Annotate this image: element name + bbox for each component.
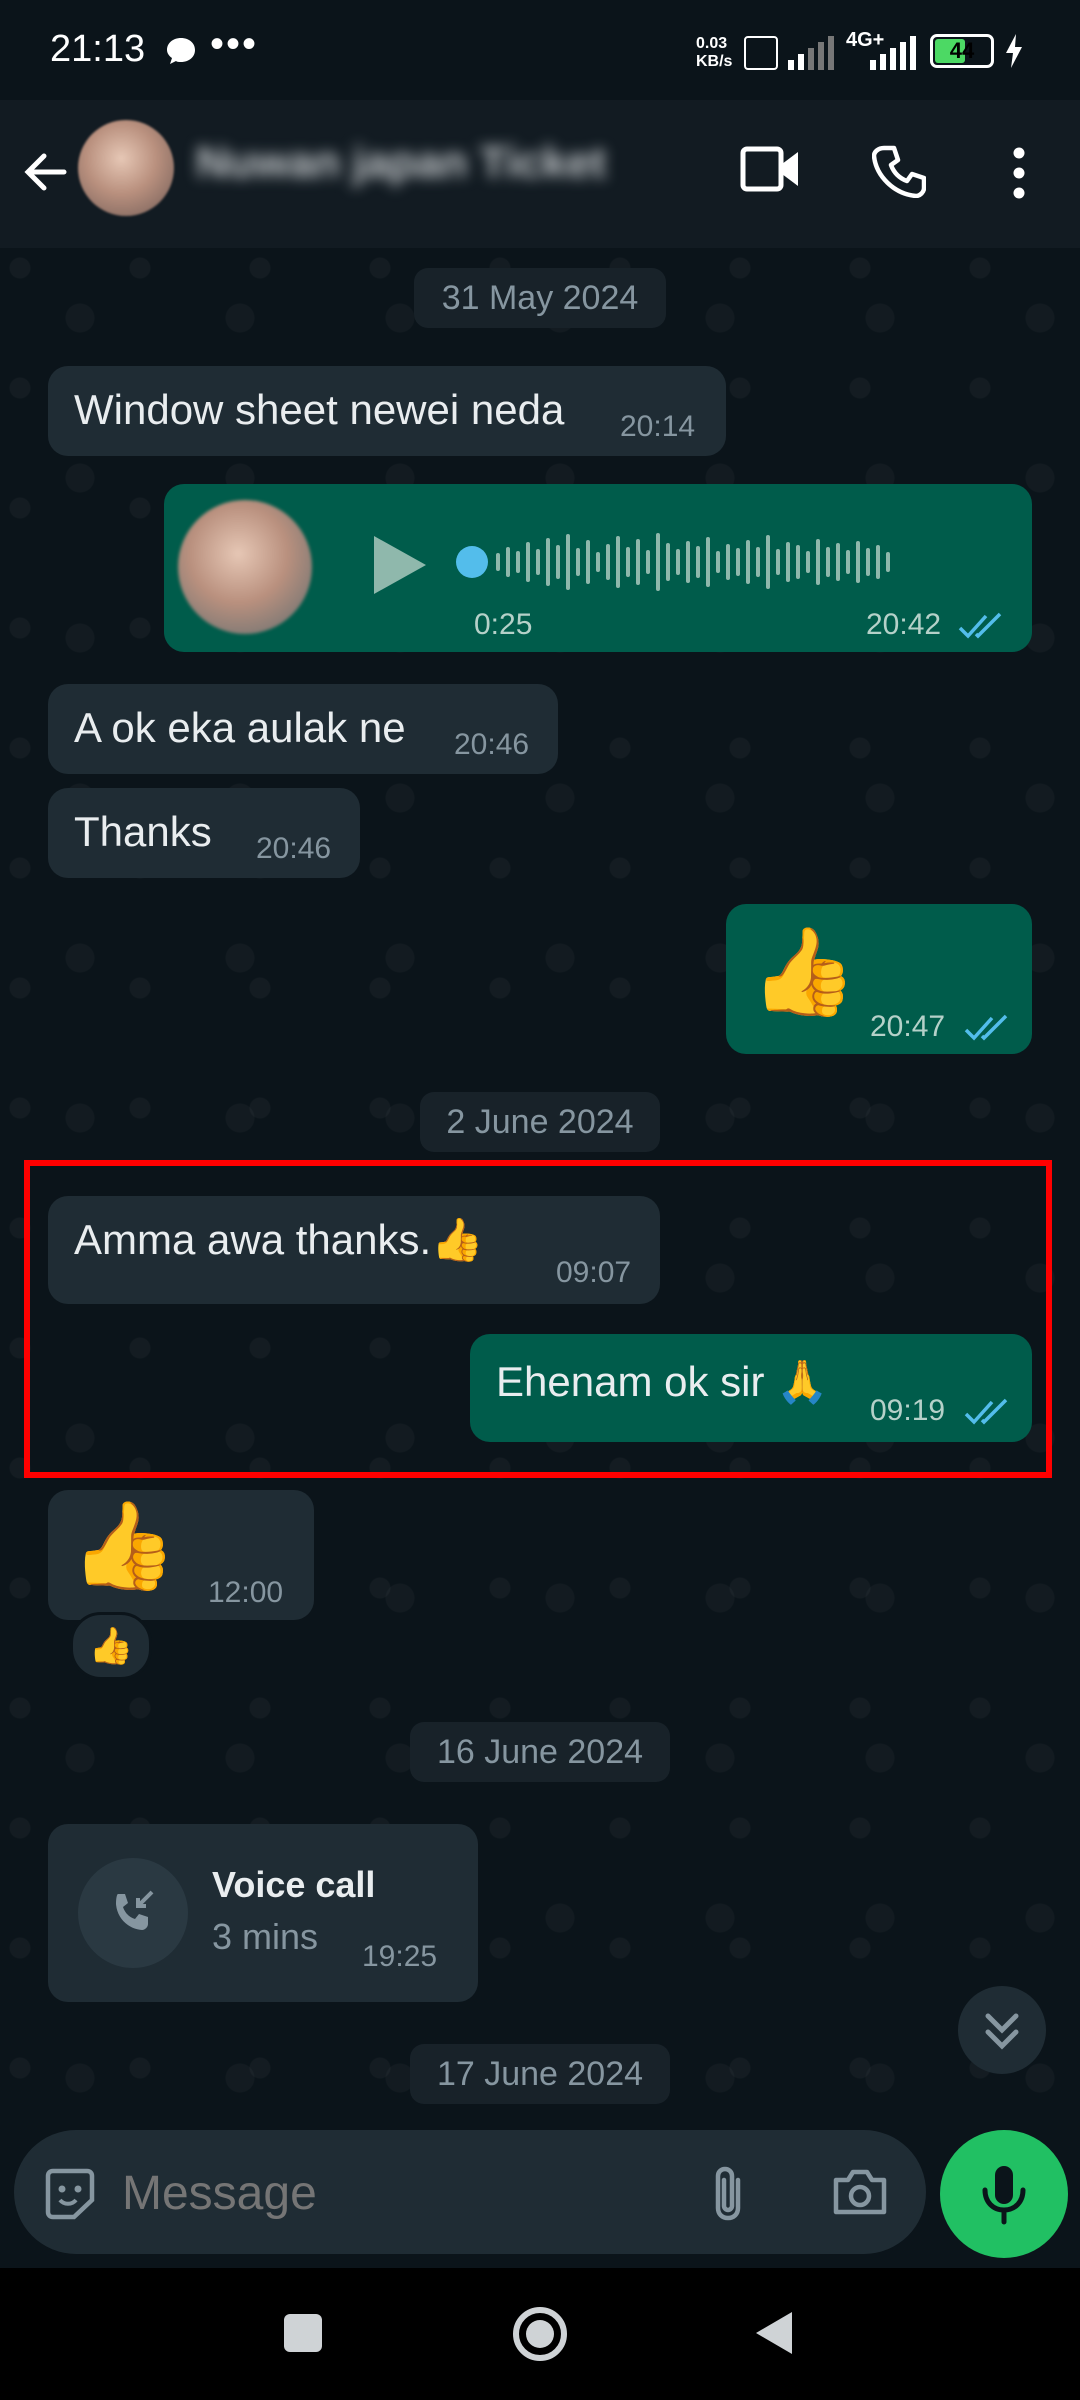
outgoing-voice-message[interactable]: 0:25 20:42 — [164, 484, 1032, 652]
message-time: 20:46 — [454, 728, 530, 761]
date-chip: 17 June 2024 — [410, 2044, 670, 2104]
battery-level: 44 — [949, 38, 975, 63]
signal-icon — [786, 34, 838, 70]
date-chip: 31 May 2024 — [414, 268, 666, 328]
incoming-message[interactable]: A ok eka aulak ne 20:46 — [48, 684, 558, 774]
voice-sender-avatar — [178, 500, 312, 634]
message-emoji: 👍 — [70, 1498, 178, 1594]
data-unit: KB/s — [696, 53, 733, 70]
voice-progress-knob[interactable] — [456, 546, 488, 578]
incoming-call-icon — [78, 1858, 188, 1968]
outgoing-message[interactable]: 👍 20:47 — [726, 904, 1032, 1054]
nav-recents-icon[interactable] — [284, 2314, 322, 2352]
date-chip: 16 June 2024 — [410, 1722, 670, 1782]
message-text: A ok eka aulak ne — [74, 704, 406, 751]
mic-icon — [982, 2166, 1026, 2225]
message-text: Thanks — [74, 808, 212, 855]
message-text: Window sheet newei neda — [74, 386, 565, 433]
nav-home-icon[interactable] — [510, 2304, 570, 2364]
message-input[interactable] — [120, 2150, 684, 2236]
voice-waveform[interactable] — [496, 530, 896, 594]
double-check-icon — [958, 612, 1006, 640]
status-time: 21:13 — [50, 28, 146, 70]
scroll-down-icon[interactable] — [958, 1986, 1046, 2074]
sticker-icon[interactable] — [42, 2166, 98, 2222]
battery-icon: 44 — [930, 34, 994, 68]
call-title: Voice call — [212, 1864, 376, 1905]
highlight-box — [24, 1160, 1052, 1478]
voice-duration: 0:25 — [474, 608, 533, 641]
signal-icon-2 — [868, 34, 920, 70]
message-time: 19:25 — [362, 1940, 438, 1973]
back-arrow-icon[interactable] — [20, 146, 72, 198]
data-speed: 0.03 — [696, 35, 728, 52]
phone-icon[interactable] — [872, 144, 926, 198]
charging-icon — [1004, 34, 1024, 68]
message-time: 20:42 — [866, 608, 942, 641]
message-time: 20:47 — [870, 1010, 946, 1043]
chat-bubble-status-icon — [164, 34, 198, 68]
incoming-message[interactable]: 👍 12:00 — [48, 1490, 314, 1620]
volte-icon — [744, 36, 778, 70]
camera-icon[interactable] — [830, 2164, 890, 2220]
more-vert-icon[interactable] — [1008, 146, 1030, 200]
message-time: 20:14 — [620, 410, 696, 443]
mic-button[interactable] — [940, 2130, 1068, 2258]
play-icon[interactable] — [370, 532, 430, 598]
contact-avatar[interactable] — [78, 120, 174, 216]
status-more: ••• — [210, 22, 259, 66]
incoming-message[interactable]: Thanks 20:46 — [48, 788, 360, 878]
video-call-icon[interactable] — [740, 144, 802, 194]
reaction-badge[interactable]: 👍 — [70, 1612, 152, 1680]
message-emoji: 👍 — [750, 924, 858, 1020]
attach-icon[interactable] — [706, 2162, 750, 2226]
voice-call-message[interactable]: Voice call 3 mins 19:25 — [48, 1824, 478, 2002]
nav-back-icon[interactable] — [752, 2308, 796, 2358]
message-time: 12:00 — [208, 1576, 284, 1609]
contact-name[interactable]: Nuwan japan Ticket — [196, 138, 606, 188]
date-chip: 2 June 2024 — [420, 1092, 660, 1152]
incoming-message[interactable]: Window sheet newei neda 20:14 — [48, 366, 726, 456]
double-check-icon — [964, 1014, 1012, 1042]
message-time: 20:46 — [256, 832, 332, 865]
call-duration: 3 mins — [212, 1916, 319, 1957]
